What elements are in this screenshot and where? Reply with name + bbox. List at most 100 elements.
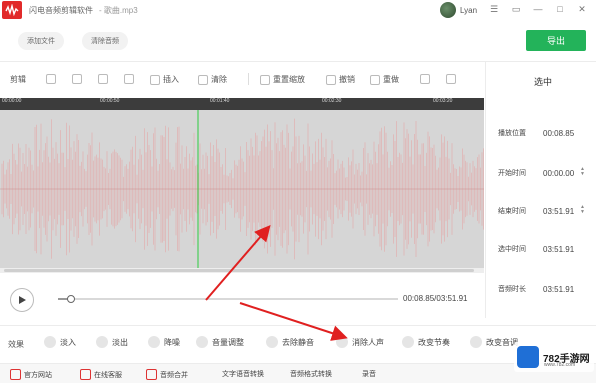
edit-toolbar: 剪辑 插入 清除 重置缩放 撤销 重做 xyxy=(0,66,490,92)
row-value[interactable]: 00:00.00 xyxy=(543,169,574,178)
end-time-row[interactable]: 结束时间 03:51.91 ▲ ▼ xyxy=(498,204,593,218)
online-support-link[interactable]: 在线客服 xyxy=(80,369,122,380)
redo-button[interactable]: 重做 xyxy=(370,74,399,85)
spinner-icon[interactable]: ▲ ▼ xyxy=(580,167,585,177)
effects-label: 效果 xyxy=(8,340,24,349)
volume-icon xyxy=(196,336,208,348)
zoom-out-icon[interactable] xyxy=(446,74,456,84)
tick-label: 00:01:40 xyxy=(210,98,230,104)
insert-label: 插入 xyxy=(163,75,179,84)
waveform[interactable] xyxy=(0,110,484,268)
format-convert-link[interactable]: 音频格式转换 xyxy=(290,369,332,379)
timeline-ruler[interactable]: 00:00:00 00:00:50 00:01:40 00:02:30 00:0… xyxy=(0,98,484,110)
insert-icon xyxy=(150,74,160,85)
scroll-thumb[interactable] xyxy=(4,269,474,272)
progress-knob[interactable] xyxy=(66,295,75,303)
close-icon[interactable]: ✕ xyxy=(574,2,590,16)
play-button[interactable] xyxy=(10,288,34,312)
row-label: 播放位置 xyxy=(498,130,526,137)
bb-label: 音频格式转换 xyxy=(290,371,332,378)
clear-label: 清除 xyxy=(211,75,227,84)
pitch-icon xyxy=(470,336,482,348)
clear-icon xyxy=(198,74,208,85)
clear-button[interactable]: 清除 xyxy=(198,74,227,85)
insert-button[interactable]: 插入 xyxy=(150,74,179,85)
watermark-sub: www.782.com xyxy=(544,362,576,368)
action-row: 添加文件 清除音频 导出 xyxy=(0,22,596,60)
delete-icon[interactable] xyxy=(124,74,134,84)
record-link[interactable]: 录音 xyxy=(362,369,376,379)
maximize-icon[interactable]: □ xyxy=(552,2,568,16)
effect-label: 淡入 xyxy=(60,337,76,347)
watermark-logo xyxy=(517,346,539,368)
play-position-row: 播放位置 00:08.85 xyxy=(498,126,593,140)
bottom-bar: 官方网站 在线客服 音频合并 文字语音转换 音频格式转换 录音 xyxy=(0,363,596,383)
row-value: 03:51.91 xyxy=(543,244,575,254)
add-file-button[interactable]: 添加文件 xyxy=(18,32,64,50)
export-button[interactable]: 导出 xyxy=(526,30,586,51)
avatar[interactable] xyxy=(440,2,456,18)
paste-icon[interactable] xyxy=(98,74,108,84)
spinner-icon[interactable]: ▲ ▼ xyxy=(580,205,585,215)
reset-zoom-label: 重置缩放 xyxy=(273,75,305,84)
merge-icon xyxy=(146,369,157,380)
play-icon xyxy=(19,296,26,304)
effect-label: 音量调整 xyxy=(212,337,244,347)
bb-label: 在线客服 xyxy=(94,371,122,379)
fade-out-button[interactable]: 淡出 xyxy=(96,336,128,348)
remove-vocals-button[interactable]: 消除人声 xyxy=(336,336,384,348)
silence-icon xyxy=(266,336,278,348)
remove-silence-button[interactable]: 去除静音 xyxy=(266,336,314,348)
user-account[interactable]: Lyan xyxy=(440,2,477,18)
app-title: 闪电音频剪辑软件 xyxy=(29,5,93,15)
bb-label: 文字语音转换 xyxy=(222,371,264,378)
effect-label: 消除人声 xyxy=(352,337,384,347)
playback-progress[interactable] xyxy=(58,295,398,303)
undo-icon xyxy=(326,74,336,85)
username[interactable]: Lyan xyxy=(460,6,477,15)
time-readout: 00:08.85/03:51.91 xyxy=(403,294,468,303)
app-logo xyxy=(2,1,22,19)
row-label: 结束时间 xyxy=(498,208,526,215)
tempo-icon xyxy=(402,336,414,348)
undo-label: 撤销 xyxy=(339,75,355,84)
text-to-speech-link[interactable]: 文字语音转换 xyxy=(222,369,264,379)
row-value[interactable]: 03:51.91 xyxy=(543,207,574,216)
tick-label: 00:00:00 xyxy=(2,98,22,104)
change-tempo-button[interactable]: 改变节奏 xyxy=(402,336,450,348)
copy-icon[interactable] xyxy=(72,74,82,84)
restore-icon[interactable]: ▭ xyxy=(508,2,524,16)
effect-label: 降噪 xyxy=(164,337,180,347)
minimize-icon[interactable]: — xyxy=(530,2,546,16)
zoom-in-icon[interactable] xyxy=(420,74,430,84)
redo-icon xyxy=(370,74,380,85)
start-time-row[interactable]: 开始时间 00:00.00 ▲ ▼ xyxy=(498,166,593,180)
redo-label: 重做 xyxy=(383,75,399,84)
row-value: 00:08.85 xyxy=(543,128,575,138)
tick-label: 00:00:50 xyxy=(100,98,120,104)
effect-label: 去除静音 xyxy=(282,337,314,347)
reset-zoom-button[interactable]: 重置缩放 xyxy=(260,74,305,85)
volume-adjust-button[interactable]: 音量调整 xyxy=(196,336,244,348)
menu-icon[interactable]: ☰ xyxy=(486,2,502,16)
undo-button[interactable]: 撤销 xyxy=(326,74,355,85)
fade-in-button[interactable]: 淡入 xyxy=(44,336,76,348)
site-watermark: 782手游网 www.782.com xyxy=(514,342,594,372)
row-label: 选中时间 xyxy=(498,246,526,253)
fade-out-icon xyxy=(96,336,108,348)
vocals-icon xyxy=(336,336,348,348)
cut-icon[interactable] xyxy=(46,74,56,84)
waveform-graph[interactable] xyxy=(0,110,484,268)
audio-merge-link[interactable]: 音频合并 xyxy=(146,369,188,380)
bb-label: 官方网站 xyxy=(24,371,52,379)
bb-label: 音频合并 xyxy=(160,371,188,379)
effect-label: 改变节奏 xyxy=(418,337,450,347)
denoise-button[interactable]: 降噪 xyxy=(148,336,180,348)
official-site-link[interactable]: 官方网站 xyxy=(10,369,52,380)
change-pitch-button[interactable]: 改变音调 xyxy=(470,336,518,348)
waveform-scrollbar[interactable] xyxy=(0,268,484,273)
clear-audio-button[interactable]: 清除音频 xyxy=(82,32,128,50)
divider xyxy=(0,325,596,326)
tick-label: 00:02:30 xyxy=(322,98,342,104)
monitor-icon xyxy=(10,369,21,380)
